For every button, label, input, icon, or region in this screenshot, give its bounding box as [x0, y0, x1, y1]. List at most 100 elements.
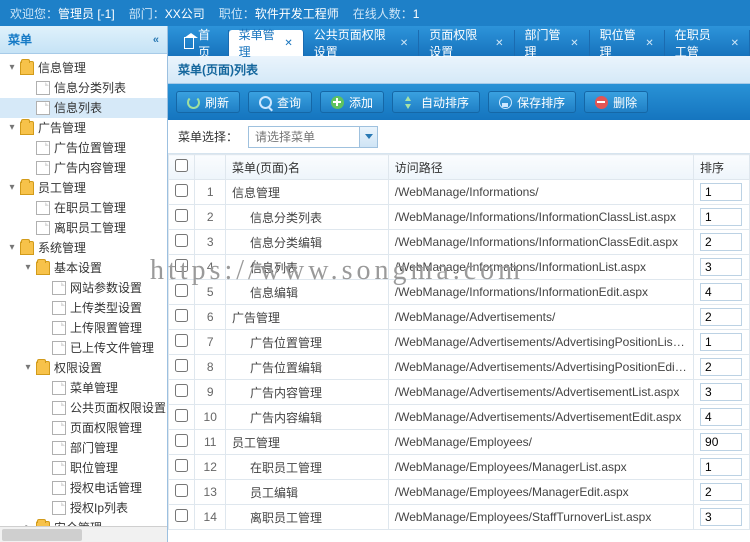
close-icon[interactable]: ✕ — [400, 38, 408, 49]
col-path[interactable]: 访问路径 — [388, 155, 693, 180]
tree-folder[interactable]: ▾权限设置 — [0, 358, 167, 378]
tree-folder[interactable]: ▾员工管理 — [0, 178, 167, 198]
table-row[interactable]: 7广告位置管理/WebManage/Advertisements/Adverti… — [169, 330, 750, 355]
row-checkbox[interactable] — [175, 434, 188, 447]
row-checkbox[interactable] — [175, 259, 188, 272]
row-checkbox[interactable] — [175, 234, 188, 247]
row-checkbox[interactable] — [175, 334, 188, 347]
row-checkbox[interactable] — [175, 309, 188, 322]
tree-page[interactable]: 离职员工管理 — [0, 218, 167, 238]
sort-input[interactable] — [700, 208, 742, 226]
savesort-button[interactable]: 保存排序 — [488, 91, 576, 113]
col-name[interactable]: 菜单(页面)名 — [225, 155, 388, 180]
sort-input[interactable] — [700, 183, 742, 201]
tree-page[interactable]: 在职员工管理 — [0, 198, 167, 218]
sort-input[interactable] — [700, 483, 742, 501]
sort-input[interactable] — [700, 258, 742, 276]
tree-page[interactable]: 广告内容管理 — [0, 158, 167, 178]
tab[interactable]: 页面权限设置✕ — [419, 30, 514, 56]
add-button[interactable]: 添加 — [320, 91, 384, 113]
expand-toggle-icon[interactable]: ▾ — [22, 358, 34, 378]
tree-page[interactable]: 授权电话管理 — [0, 478, 167, 498]
close-icon[interactable]: ✕ — [731, 38, 739, 49]
table-row[interactable]: 8广告位置编辑/WebManage/Advertisements/Adverti… — [169, 355, 750, 380]
menu-select-input[interactable] — [249, 127, 359, 147]
expand-toggle-icon[interactable]: ▾ — [6, 118, 18, 138]
tree-page[interactable]: 部门管理 — [0, 438, 167, 458]
tree-page[interactable]: 菜单管理 — [0, 378, 167, 398]
sidebar-scrollbar[interactable] — [0, 526, 167, 542]
tab[interactable]: 部门管理✕ — [515, 30, 590, 56]
sort-input[interactable] — [700, 358, 742, 376]
close-icon[interactable]: ✕ — [570, 38, 578, 49]
tree-page[interactable]: 页面权限管理 — [0, 418, 167, 438]
tree-folder[interactable]: ▾广告管理 — [0, 118, 167, 138]
table-row[interactable]: 2信息分类列表/WebManage/Informations/Informati… — [169, 205, 750, 230]
tree-folder[interactable]: ▾系统管理 — [0, 238, 167, 258]
row-checkbox[interactable] — [175, 184, 188, 197]
tree-folder[interactable]: ▸安全管理 — [0, 518, 167, 526]
sort-input[interactable] — [700, 508, 742, 526]
row-checkbox[interactable] — [175, 384, 188, 397]
tab[interactable]: 在职员工管✕ — [665, 30, 750, 56]
tree-page[interactable]: 信息列表 — [0, 98, 167, 118]
refresh-button[interactable]: 刷新 — [176, 91, 240, 113]
tree-page[interactable]: 授权Ip列表 — [0, 498, 167, 518]
sort-input[interactable] — [700, 333, 742, 351]
table-row[interactable]: 14离职员工管理/WebManage/Employees/StaffTurnov… — [169, 505, 750, 530]
sort-input[interactable] — [700, 458, 742, 476]
close-icon[interactable]: ✕ — [495, 38, 503, 49]
tree-page[interactable]: 上传类型设置 — [0, 298, 167, 318]
table-row[interactable]: 1信息管理/WebManage/Informations/ — [169, 180, 750, 205]
autosort-button[interactable]: 自动排序 — [392, 91, 480, 113]
tree-page[interactable]: 信息分类列表 — [0, 78, 167, 98]
tab[interactable]: 首页 — [174, 30, 229, 56]
expand-toggle-icon[interactable]: ▾ — [6, 238, 18, 258]
expand-toggle-icon[interactable]: ▾ — [6, 178, 18, 198]
table-row[interactable]: 11员工管理/WebManage/Employees/ — [169, 430, 750, 455]
tree-folder[interactable]: ▾信息管理 — [0, 58, 167, 78]
expand-toggle-icon[interactable]: ▸ — [22, 518, 34, 526]
table-row[interactable]: 6广告管理/WebManage/Advertisements/ — [169, 305, 750, 330]
tree-folder[interactable]: ▾基本设置 — [0, 258, 167, 278]
table-row[interactable]: 10广告内容编辑/WebManage/Advertisements/Advert… — [169, 405, 750, 430]
close-icon[interactable]: ✕ — [284, 38, 292, 49]
collapse-sidebar-icon[interactable]: « — [153, 34, 159, 46]
tab[interactable]: 职位管理✕ — [590, 30, 665, 56]
row-checkbox[interactable] — [175, 509, 188, 522]
sort-input[interactable] — [700, 383, 742, 401]
tab[interactable]: 公共页面权限设置✕ — [304, 30, 419, 56]
table-row[interactable]: 13员工编辑/WebManage/Employees/ManagerEdit.a… — [169, 480, 750, 505]
tree-page[interactable]: 网站参数设置 — [0, 278, 167, 298]
sort-input[interactable] — [700, 433, 742, 451]
sort-input[interactable] — [700, 308, 742, 326]
tree-page[interactable]: 广告位置管理 — [0, 138, 167, 158]
sort-input[interactable] — [700, 283, 742, 301]
close-icon[interactable]: ✕ — [645, 38, 653, 49]
delete-button[interactable]: 删除 — [584, 91, 648, 113]
row-checkbox[interactable] — [175, 409, 188, 422]
sort-input[interactable] — [700, 233, 742, 251]
tree-page[interactable]: 上传限置管理 — [0, 318, 167, 338]
tree-page[interactable]: 已上传文件管理 — [0, 338, 167, 358]
row-checkbox[interactable] — [175, 209, 188, 222]
sort-input[interactable] — [700, 408, 742, 426]
row-checkbox[interactable] — [175, 359, 188, 372]
expand-toggle-icon[interactable]: ▾ — [6, 58, 18, 78]
table-row[interactable]: 9广告内容管理/WebManage/Advertisements/Adverti… — [169, 380, 750, 405]
menu-select[interactable] — [248, 126, 378, 148]
table-row[interactable]: 5信息编辑/WebManage/Informations/Information… — [169, 280, 750, 305]
chevron-down-icon[interactable] — [359, 127, 377, 147]
col-sort[interactable]: 排序 — [694, 155, 750, 180]
search-button[interactable]: 查询 — [248, 91, 312, 113]
table-row[interactable]: 3信息分类编辑/WebManage/Informations/Informati… — [169, 230, 750, 255]
table-row[interactable]: 12在职员工管理/WebManage/Employees/ManagerList… — [169, 455, 750, 480]
expand-toggle-icon[interactable]: ▾ — [22, 258, 34, 278]
table-row[interactable]: 4信息列表/WebManage/Informations/Information… — [169, 255, 750, 280]
select-all-checkbox[interactable] — [175, 159, 188, 172]
tab[interactable]: 菜单管理✕ — [229, 30, 304, 56]
row-checkbox[interactable] — [175, 284, 188, 297]
tree-page[interactable]: 职位管理 — [0, 458, 167, 478]
tree-page[interactable]: 公共页面权限设置 — [0, 398, 167, 418]
row-checkbox[interactable] — [175, 459, 188, 472]
